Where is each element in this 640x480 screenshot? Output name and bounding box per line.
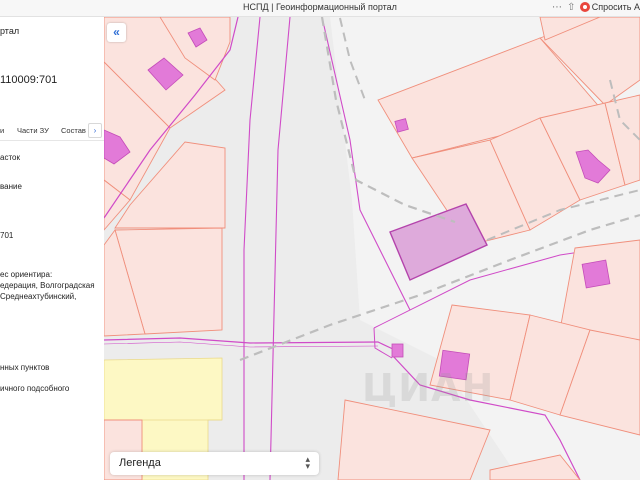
page-title: НСПД | Геоинформационный портал: [243, 2, 397, 12]
ask-button[interactable]: Спросить А: [579, 2, 640, 12]
browser-top-bar: НСПД | Геоинформационный портал ⋯ ⇧ Спро…: [0, 0, 640, 17]
cadastral-number: 110009:701: [0, 74, 58, 86]
field-address-label: ес ориентира:: [0, 270, 53, 279]
building: [391, 343, 404, 358]
building: [394, 118, 409, 133]
field-use-value: ичного подсобного: [0, 384, 70, 393]
chevron-updown-icon: ▴ ▾: [305, 454, 310, 471]
tab-parts[interactable]: Части ЗУ: [17, 126, 49, 135]
info-panel: ртал 110009:701 и Части ЗУ Состав › асто…: [0, 17, 104, 480]
tab-composition[interactable]: Состав: [61, 126, 86, 135]
field-category-value: нных пунктов: [0, 363, 50, 372]
collapse-panel-button[interactable]: «: [107, 23, 126, 42]
field-number-value: 701: [0, 231, 14, 240]
tabs-next-button[interactable]: ›: [88, 123, 102, 138]
legend-label: Легенда: [119, 457, 161, 469]
field-name-label: вание: [0, 182, 22, 191]
portal-title: ртал: [0, 26, 20, 36]
share-icon[interactable]: ⇧: [567, 2, 575, 14]
field-type-value: асток: [0, 153, 20, 162]
more-icon[interactable]: ⋯: [552, 2, 562, 14]
legend-dropdown[interactable]: Легенда ▴ ▾: [110, 452, 319, 475]
building: [581, 259, 611, 289]
map-canvas: [104, 17, 640, 480]
watermark: ЦИАН: [362, 366, 495, 410]
field-address-line-2: Среднеахтубинский,: [0, 292, 77, 301]
tab-info[interactable]: и: [0, 126, 4, 135]
ask-label: Спросить А: [591, 2, 640, 12]
map-view[interactable]: [104, 17, 640, 480]
assistant-icon: [579, 2, 590, 12]
field-address-line-1: едерация, Волгоградская: [0, 281, 95, 290]
